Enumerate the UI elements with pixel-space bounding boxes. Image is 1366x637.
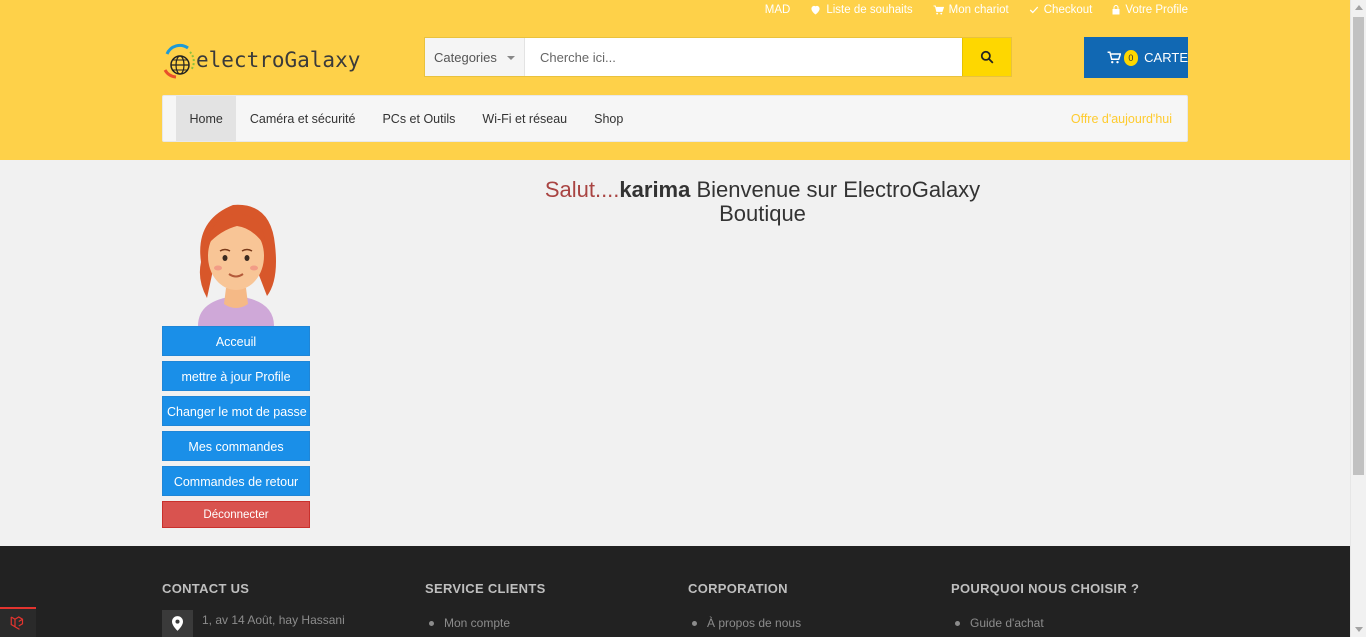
search-icon bbox=[980, 50, 994, 64]
main-nav: Home Caméra et sécurité PCs et Outils Wi… bbox=[162, 95, 1188, 142]
scroll-up-arrow-icon[interactable] bbox=[1355, 5, 1363, 10]
bullet-icon bbox=[955, 620, 960, 626]
site-footer: CONTACT US 1, av 14 Août, hay Hassani SE… bbox=[0, 546, 1350, 637]
footer-link-label: Mon compte bbox=[444, 616, 511, 630]
nav-item-camera-security[interactable]: Caméra et sécurité bbox=[236, 96, 369, 141]
nav-item-shop[interactable]: Shop bbox=[581, 96, 637, 141]
bullet-icon bbox=[429, 620, 434, 626]
top-bar: MAD Liste de souhaits Mon chariot Checko… bbox=[765, 4, 1188, 16]
footer-link-buying-guide[interactable]: Guide d'achat bbox=[951, 616, 1139, 630]
profile-label: Votre Profile bbox=[1125, 4, 1188, 16]
welcome-username: karima bbox=[619, 177, 691, 202]
search-input[interactable] bbox=[525, 38, 962, 76]
heart-icon bbox=[811, 5, 820, 15]
nav-item-pcs-tools[interactable]: PCs et Outils bbox=[369, 96, 469, 141]
currency-selector[interactable]: MAD bbox=[765, 4, 791, 16]
cart-count-badge: 0 bbox=[1123, 49, 1139, 66]
sidebar-item-change-password[interactable]: Changer le mot de passe bbox=[162, 396, 310, 426]
nav-item-home[interactable]: Home bbox=[176, 96, 237, 141]
cart-icon bbox=[1107, 51, 1121, 64]
footer-corporation: CORPORATION À propos de nous bbox=[688, 581, 801, 630]
search-bar: Categories bbox=[424, 37, 1012, 77]
category-select[interactable]: Categories bbox=[425, 38, 525, 76]
bullet-icon bbox=[692, 620, 697, 626]
footer-link-label: Guide d'achat bbox=[970, 616, 1044, 630]
todays-offer-link[interactable]: Offre d'aujourd'hui bbox=[1071, 112, 1172, 126]
welcome-message: Salut....karima Bienvenue sur ElectroGal… bbox=[530, 178, 995, 226]
search-button[interactable] bbox=[962, 38, 1011, 76]
wishlist-link[interactable]: Liste de souhaits bbox=[810, 4, 913, 16]
check-icon bbox=[1029, 6, 1038, 14]
footer-why-title: POURQUOI NOUS CHOISIR ? bbox=[951, 581, 1140, 596]
footer-contact-title: CONTACT US bbox=[162, 581, 250, 596]
category-select-label: Categories bbox=[434, 49, 497, 65]
cart-button[interactable]: 0 CARTE bbox=[1084, 37, 1188, 78]
site-header: MAD Liste de souhaits Mon chariot Checko… bbox=[0, 0, 1350, 160]
sidebar-item-home[interactable]: Acceuil bbox=[162, 326, 310, 356]
footer-service: SERVICE CLIENTS Mon compte bbox=[425, 581, 546, 630]
cart-icon bbox=[933, 5, 944, 15]
footer-service-title: SERVICE CLIENTS bbox=[425, 581, 546, 596]
footer-link-about-us[interactable]: À propos de nous bbox=[688, 616, 801, 630]
checkout-label: Checkout bbox=[1043, 4, 1093, 16]
footer-link-label: À propos de nous bbox=[707, 616, 802, 630]
welcome-text: Bienvenue sur ElectroGalaxy Boutique bbox=[690, 177, 981, 226]
cart-icon-wrap bbox=[1084, 37, 1121, 78]
wishlist-label: Liste de souhaits bbox=[826, 4, 913, 16]
scrollbar-thumb[interactable] bbox=[1353, 17, 1364, 475]
cart-label: CARTE bbox=[1144, 50, 1188, 65]
footer-address: 1, av 14 Août, hay Hassani bbox=[202, 613, 345, 627]
logout-button[interactable]: Déconnecter bbox=[162, 501, 310, 528]
location-pin-box bbox=[162, 610, 193, 637]
currency-label: MAD bbox=[764, 4, 791, 16]
footer-contact: CONTACT US bbox=[162, 581, 249, 596]
sidebar-item-my-orders[interactable]: Mes commandes bbox=[162, 431, 310, 461]
welcome-greeting: Salut.... bbox=[544, 177, 620, 202]
debugbar-toggle[interactable] bbox=[0, 607, 36, 637]
laravel-logo-icon bbox=[10, 616, 24, 630]
map-pin-icon bbox=[172, 616, 183, 631]
site-logo[interactable]: electroGalaxy bbox=[162, 40, 360, 80]
sidebar-item-return-orders[interactable]: Commandes de retour bbox=[162, 466, 310, 496]
profile-link[interactable]: Votre Profile bbox=[1112, 4, 1188, 16]
logo-text: electroGalaxy bbox=[196, 48, 361, 72]
account-sidebar: Acceuil mettre à jour Profile Changer le… bbox=[162, 326, 310, 533]
footer-why-us: POURQUOI NOUS CHOISIR ? Guide d'achat bbox=[951, 581, 1139, 630]
chevron-down-icon bbox=[507, 56, 515, 60]
sidebar-item-update-profile[interactable]: mettre à jour Profile bbox=[162, 361, 310, 391]
my-cart-label: Mon chariot bbox=[948, 4, 1009, 16]
nav-item-wifi-network[interactable]: Wi-Fi et réseau bbox=[469, 96, 581, 141]
user-avatar bbox=[198, 204, 276, 326]
checkout-link[interactable]: Checkout bbox=[1029, 4, 1093, 16]
globe-logo-icon bbox=[163, 43, 195, 79]
lock-icon bbox=[1112, 5, 1120, 15]
footer-corporation-title: CORPORATION bbox=[688, 581, 788, 596]
scroll-down-arrow-icon[interactable] bbox=[1355, 627, 1363, 632]
my-cart-link[interactable]: Mon chariot bbox=[933, 4, 1009, 16]
footer-link-my-account[interactable]: Mon compte bbox=[425, 616, 546, 630]
page-scrollbar[interactable] bbox=[1350, 0, 1366, 637]
